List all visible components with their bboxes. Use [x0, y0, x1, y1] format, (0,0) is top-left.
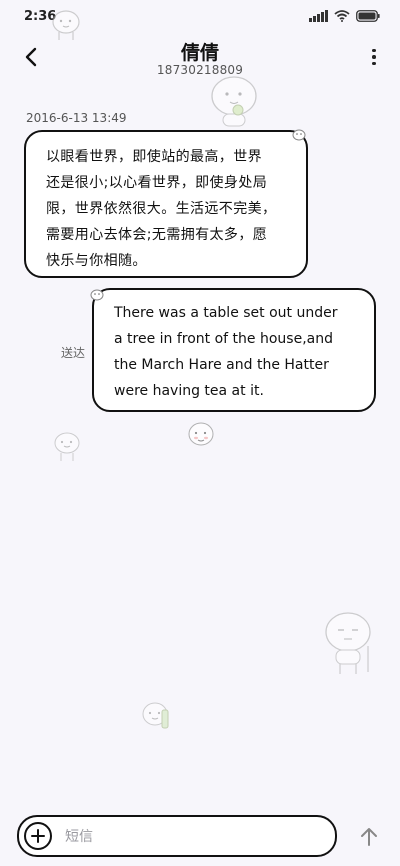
message-text-line: 需要用心去体会;无需拥有太多，愿 — [46, 227, 268, 243]
bubble-corner-sticker-icon — [292, 126, 306, 141]
contact-number: 18730218809 — [156, 63, 244, 77]
sticker-bun-icon — [140, 700, 172, 738]
sticker-bun-icon — [52, 430, 82, 468]
delivery-status: 送达 — [61, 346, 86, 360]
outgoing-message-bubble[interactable]: There was a table set out under a tree i… — [92, 288, 376, 412]
contact-name: 倩倩 — [180, 42, 219, 64]
message-text-line: 还是很小;以心看世界，即使身处局 — [46, 175, 268, 191]
message-text-line: a tree in front of the house,and — [114, 331, 333, 347]
more-vertical-icon — [372, 48, 376, 53]
sticker-bun-icon — [186, 420, 216, 456]
bubble-corner-sticker-icon — [90, 286, 104, 301]
sticker-bun-icon — [206, 72, 262, 136]
message-text-line: There was a table set out under — [114, 305, 338, 321]
status-icons — [309, 10, 380, 22]
incoming-message-bubble[interactable]: 以眼看世界，即使站的最高，世界 还是很小;以心看世界，即使身处局 限，世界依然很… — [24, 130, 308, 278]
message-timestamp: 2016-6-13 13:49 — [26, 111, 127, 125]
add-attachment-button[interactable] — [24, 822, 52, 850]
message-text-line: 限，世界依然很大。生活远不完美， — [46, 201, 277, 217]
conversation-header: 倩倩 18730218809 — [0, 32, 400, 84]
message-text-line: 快乐与你相随。 — [46, 253, 147, 269]
message-text-line: the March Hare and the Hatter — [114, 357, 329, 373]
message-text-line: were having tea at it. — [114, 383, 264, 399]
more-options-button[interactable] — [362, 44, 386, 70]
battery-icon — [356, 10, 380, 22]
message-composer — [17, 815, 337, 857]
add-circle-icon — [31, 829, 45, 843]
message-input[interactable] — [63, 823, 327, 851]
message-text-line: 以眼看世界，即使站的最高，世界 — [46, 149, 262, 165]
signal-icon — [309, 10, 328, 22]
send-arrow-up-icon — [361, 828, 377, 846]
wifi-icon — [334, 10, 350, 22]
sticker-bun-icon — [320, 610, 376, 680]
send-button[interactable] — [356, 824, 382, 850]
